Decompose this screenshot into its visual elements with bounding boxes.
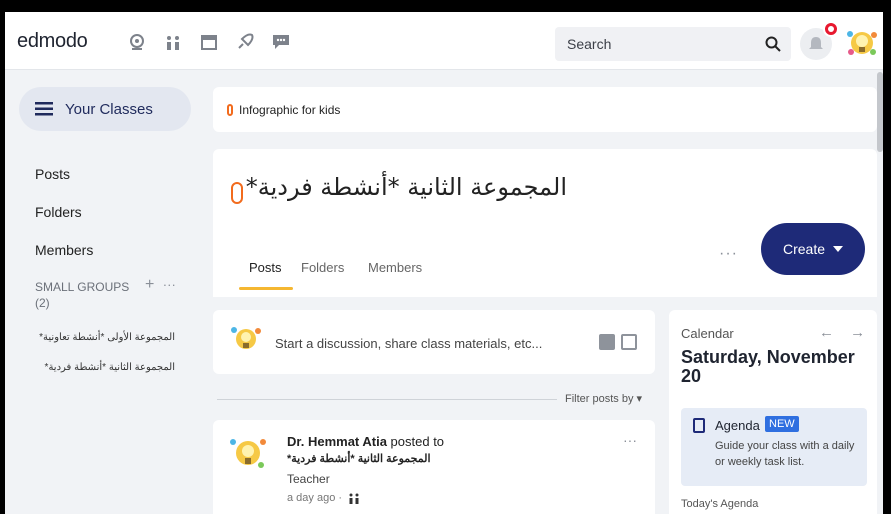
notification-badge	[823, 21, 839, 37]
agenda-promo[interactable]: Agenda NEW Guide your class with a daily…	[681, 408, 867, 486]
sidebar-group-1[interactable]: المجموعة الأولى *أنشطة تعاونية*	[25, 332, 175, 343]
planner-icon[interactable]	[199, 32, 219, 52]
discover-icon[interactable]	[127, 32, 147, 52]
group-title: المجموعة الثانية *أنشطة فردية*	[245, 173, 567, 201]
posted-to-text: posted to	[386, 434, 445, 449]
create-label: Create	[782, 241, 826, 257]
your-classes-label: Your Classes	[65, 100, 153, 118]
tab-folders[interactable]: Folders	[301, 260, 344, 275]
compose-box[interactable]: Start a discussion, share class material…	[213, 310, 655, 374]
agenda-clipboard-icon	[693, 418, 705, 433]
menu-icon	[35, 102, 53, 116]
calendar-date: Saturday, November 20	[681, 347, 855, 386]
compose-placeholder: Start a discussion, share class material…	[275, 336, 543, 351]
post-more-button[interactable]: ···	[623, 432, 637, 448]
add-group-button[interactable]: +	[145, 276, 154, 293]
top-bar: edmodo Search	[5, 12, 883, 70]
group-audience-icon	[349, 493, 359, 504]
calendar-widget: Calendar ← → Saturday, November 20 Agend…	[669, 310, 877, 514]
create-button[interactable]: Create	[761, 223, 865, 275]
edmodo-logo[interactable]: edmodo	[17, 30, 88, 53]
notice-text: Infographic for kids	[239, 103, 341, 117]
spotlight-icon[interactable]	[235, 32, 255, 52]
search-placeholder: Search	[567, 36, 612, 52]
composer-avatar	[229, 322, 263, 356]
user-avatar[interactable]	[845, 26, 879, 60]
author-avatar[interactable]	[227, 432, 269, 474]
todays-agenda-label: Today's Agenda	[681, 498, 759, 510]
calendar-nav-arrows[interactable]: ← →	[819, 324, 871, 341]
filter-divider	[217, 399, 557, 400]
edmodo-page: edmodo Search Your Classes Posts Folders…	[5, 12, 883, 514]
sidebar-item-posts[interactable]: Posts	[35, 166, 70, 182]
group-header: المجموعة الثانية *أنشطة فردية* Posts Fol…	[213, 149, 877, 297]
your-classes-button[interactable]: Your Classes	[19, 87, 191, 131]
calendar-label: Calendar	[681, 326, 734, 341]
active-tab-indicator	[239, 287, 293, 290]
messages-icon[interactable]	[271, 32, 291, 52]
groups-icon[interactable]	[163, 32, 183, 52]
small-groups-label: SMALL GROUPS	[35, 280, 130, 294]
sidebar-group-2[interactable]: المجموعة الثانية *أنشطة فردية*	[25, 362, 175, 373]
author-name[interactable]: Dr. Hemmat Atia	[287, 434, 387, 449]
author-role: Teacher	[287, 472, 330, 486]
class-notice[interactable]: Infographic for kids	[213, 87, 877, 132]
tab-members[interactable]: Members	[368, 260, 422, 275]
post-time: a day ago ·	[287, 492, 360, 504]
post-author-line: Dr. Hemmat Atia posted to	[287, 434, 444, 449]
group-pill-icon	[231, 182, 243, 204]
group-options-button[interactable]: ···	[163, 277, 176, 292]
page-scrollbar[interactable]	[877, 72, 883, 152]
small-groups-count: (2)	[35, 296, 50, 310]
post-group[interactable]: المجموعة الثانية *أنشطة فردية*	[287, 452, 431, 465]
header-more-button[interactable]: ···	[719, 245, 738, 263]
post-timestamp: a day ago ·	[287, 492, 343, 504]
image-upload-icon[interactable]	[599, 334, 615, 350]
agenda-title: Agenda	[715, 418, 760, 433]
search-icon[interactable]	[765, 36, 781, 57]
caret-down-icon	[833, 246, 844, 252]
tab-posts[interactable]: Posts	[249, 260, 282, 275]
sidebar-item-members[interactable]: Members	[35, 242, 93, 258]
small-groups-actions: + ···	[145, 276, 176, 294]
attachment-icon[interactable]	[621, 334, 637, 350]
notice-pill-icon	[227, 104, 233, 116]
search-bar[interactable]: Search	[555, 27, 791, 61]
sidebar-item-folders[interactable]: Folders	[35, 204, 82, 220]
post-card: Dr. Hemmat Atia posted to المجموعة الثان…	[213, 420, 655, 514]
agenda-description: Guide your class with a daily or weekly …	[715, 440, 855, 468]
new-badge: NEW	[765, 416, 799, 432]
filter-posts-dropdown[interactable]: Filter posts by ▾	[565, 392, 642, 405]
